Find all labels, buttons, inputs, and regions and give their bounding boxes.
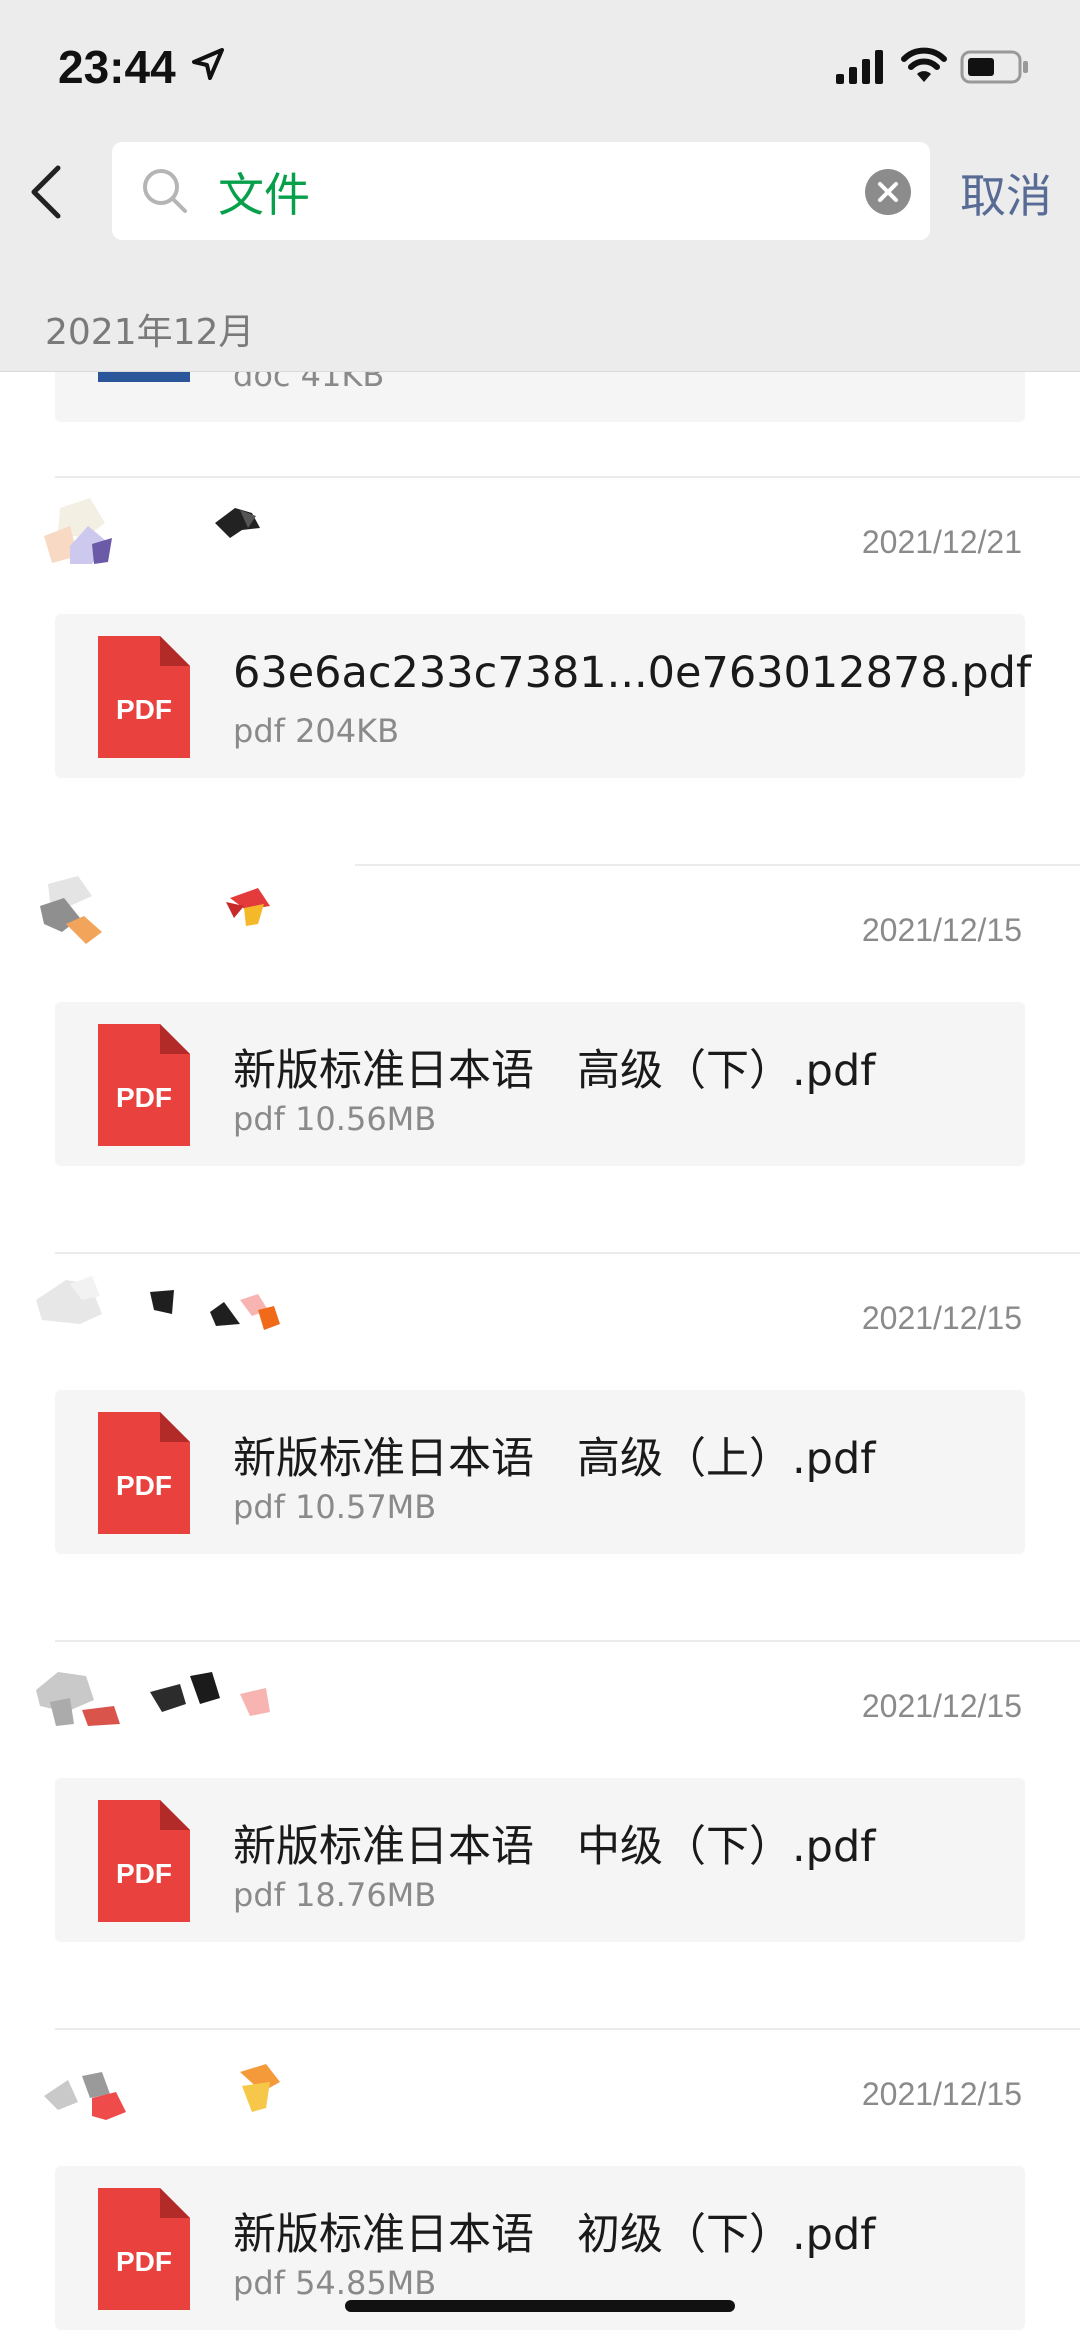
file-card[interactable]: PDF 63e6ac233c7381...0e763012878.pdf pdf… bbox=[55, 614, 1031, 778]
search-header: 取消 bbox=[0, 130, 1080, 285]
pdf-file-icon: PDF bbox=[98, 1800, 190, 1922]
sender-avatar-obscured bbox=[30, 866, 330, 996]
sender-avatar-obscured bbox=[30, 1254, 330, 1384]
status-bar: 23:44 bbox=[0, 0, 1080, 130]
sender-avatar-obscured bbox=[30, 2030, 330, 2160]
entry-date: 2021/12/15 bbox=[861, 1300, 1022, 1336]
file-meta: pdf 10.57MB bbox=[233, 1488, 437, 1526]
file-meta: pdf 204KB bbox=[233, 712, 400, 750]
sender-avatar-obscured bbox=[30, 1642, 330, 1772]
clear-search-icon[interactable] bbox=[864, 168, 912, 221]
file-card[interactable]: PDF 新版标准日本语 中级（下）.pdf pdf 18.76MB bbox=[55, 1778, 1025, 1942]
pdf-file-icon: PDF bbox=[98, 636, 190, 758]
back-chevron-icon[interactable] bbox=[22, 162, 72, 222]
file-results-list[interactable]: doc 41KB 2021/12/21 PDF 63e6ac233c7381..… bbox=[0, 372, 1080, 2337]
search-icon bbox=[140, 166, 190, 221]
pdf-file-icon: PDF bbox=[98, 2188, 190, 2310]
pdf-icon-label: PDF bbox=[116, 1082, 172, 1113]
file-meta: pdf 18.76MB bbox=[233, 1876, 437, 1914]
status-time: 23:44 bbox=[58, 41, 176, 93]
file-card[interactable]: PDF 新版标准日本语 高级（下）.pdf pdf 10.56MB bbox=[55, 1002, 1025, 1166]
file-meta: pdf 54.85MB bbox=[233, 2264, 437, 2302]
pdf-icon-label: PDF bbox=[116, 2246, 172, 2277]
pdf-file-icon: PDF bbox=[98, 1024, 190, 1146]
cancel-button[interactable]: 取消 bbox=[960, 160, 1052, 226]
home-indicator[interactable] bbox=[345, 2300, 735, 2312]
pdf-file-icon: PDF bbox=[98, 1412, 190, 1534]
wifi-icon bbox=[900, 46, 948, 89]
search-input[interactable] bbox=[216, 158, 820, 226]
file-meta: pdf 10.56MB bbox=[233, 1100, 437, 1138]
list-item[interactable]: 2021/12/15 PDF 新版标准日本语 高级（下）.pdf pdf 10.… bbox=[0, 866, 1080, 1254]
pdf-icon-label: PDF bbox=[116, 694, 172, 725]
month-section-header: 2021年12月 bbox=[0, 285, 1080, 372]
file-card-partial[interactable]: doc 41KB bbox=[55, 372, 1025, 422]
entry-date: 2021/12/15 bbox=[861, 1688, 1022, 1724]
entry-date: 2021/12/15 bbox=[861, 2076, 1022, 2112]
list-item[interactable]: 2021/12/21 PDF 63e6ac233c7381...0e763012… bbox=[0, 478, 1080, 866]
file-name: 新版标准日本语 高级（下）.pdf bbox=[233, 1046, 876, 1096]
doc-file-icon bbox=[98, 372, 190, 382]
list-item[interactable]: 2021/12/15 PDF 新版标准日本语 高级（上）.pdf pdf 10.… bbox=[0, 1254, 1080, 1642]
file-name: 新版标准日本语 初级（下）.pdf bbox=[233, 2210, 876, 2260]
file-name: 新版标准日本语 中级（下）.pdf bbox=[233, 1822, 876, 1872]
sender-avatar-obscured bbox=[30, 478, 330, 608]
location-arrow-icon bbox=[190, 46, 226, 87]
pdf-icon-label: PDF bbox=[116, 1858, 172, 1889]
battery-icon bbox=[960, 50, 1030, 89]
entry-date: 2021/12/21 bbox=[861, 524, 1022, 560]
entry-date: 2021/12/15 bbox=[861, 912, 1022, 948]
list-item[interactable]: 2021/12/15 PDF 新版标准日本语 中级（下）.pdf pdf 18.… bbox=[0, 1642, 1080, 2030]
cellular-signal-icon bbox=[836, 50, 886, 89]
list-item[interactable]: 2021/12/15 PDF 新版标准日本语 初级（下）.pdf pdf 54.… bbox=[0, 2030, 1080, 2337]
search-box[interactable] bbox=[112, 142, 930, 240]
file-name: 63e6ac233c7381...0e763012878.pdf bbox=[233, 648, 1032, 698]
month-label: 2021年12月 bbox=[45, 312, 255, 353]
pdf-icon-label: PDF bbox=[116, 1470, 172, 1501]
file-meta: doc 41KB bbox=[233, 372, 385, 394]
file-name: 新版标准日本语 高级（上）.pdf bbox=[233, 1434, 876, 1484]
file-card[interactable]: PDF 新版标准日本语 高级（上）.pdf pdf 10.57MB bbox=[55, 1390, 1025, 1554]
